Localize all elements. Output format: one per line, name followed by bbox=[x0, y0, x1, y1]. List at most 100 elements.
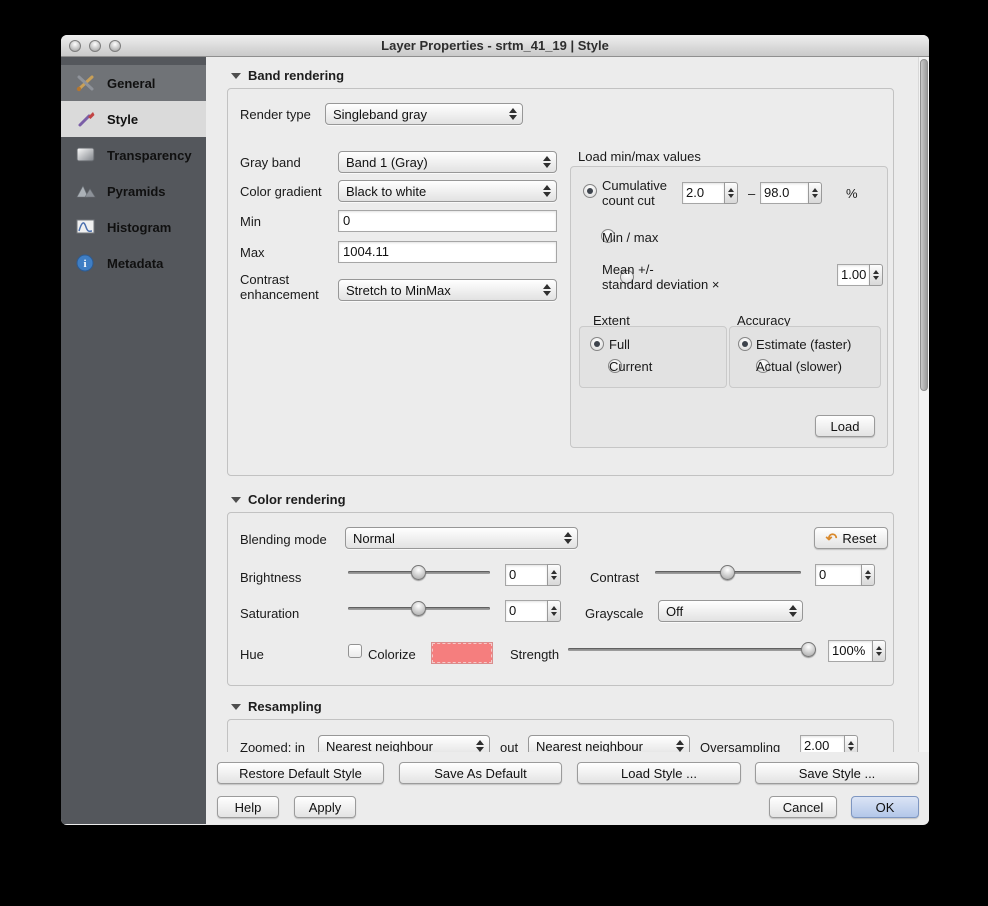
zoomed-in-select[interactable]: Nearest neighbour bbox=[318, 735, 490, 752]
brightness-slider[interactable] bbox=[348, 565, 490, 580]
dropdown-arrows-icon bbox=[474, 740, 489, 752]
cancel-button[interactable]: Cancel bbox=[769, 796, 837, 818]
resampling-group: Zoomed: in Nearest neighbour out Nearest… bbox=[227, 719, 894, 752]
save-as-default-button[interactable]: Save As Default bbox=[399, 762, 562, 784]
stepper-arrows-icon[interactable] bbox=[808, 182, 822, 204]
sidebar-item-pyramids[interactable]: Pyramids bbox=[61, 173, 206, 209]
band-rendering-group: Render type Singleband gray Gray band Ba… bbox=[227, 88, 894, 476]
stepper-arrows-icon[interactable] bbox=[861, 564, 875, 586]
extent-full-radio[interactable] bbox=[590, 337, 604, 351]
blending-mode-label: Blending mode bbox=[240, 532, 327, 547]
pyramids-icon bbox=[73, 180, 99, 202]
gray-band-label: Gray band bbox=[240, 155, 301, 170]
range-dash: – bbox=[748, 186, 756, 201]
select-value: Nearest neighbour bbox=[536, 738, 643, 753]
transparency-icon bbox=[73, 144, 99, 166]
grayscale-select[interactable]: Off bbox=[658, 600, 803, 622]
dialog-footer: Restore Default Style Save As Default Lo… bbox=[206, 752, 929, 825]
saturation-slider[interactable] bbox=[348, 601, 490, 616]
max-input[interactable]: 1004.11 bbox=[338, 241, 557, 263]
select-value: Singleband gray bbox=[333, 106, 427, 122]
section-title: Band rendering bbox=[248, 68, 345, 83]
cumulative-count-cut-label: Cumulative count cut bbox=[602, 178, 667, 208]
save-style-button[interactable]: Save Style ... bbox=[755, 762, 919, 784]
cumulative-max-spin[interactable]: 98.0 bbox=[760, 182, 822, 204]
colorize-swatch[interactable] bbox=[431, 642, 493, 664]
brightness-spin[interactable]: 0 bbox=[505, 564, 561, 586]
load-style-button[interactable]: Load Style ... bbox=[577, 762, 741, 784]
color-gradient-select[interactable]: Black to white bbox=[338, 180, 557, 202]
sidebar-item-label: Histogram bbox=[107, 219, 172, 235]
scrollbar-thumb[interactable] bbox=[920, 59, 928, 391]
apply-button[interactable]: Apply bbox=[294, 796, 356, 818]
slider-thumb[interactable] bbox=[720, 565, 735, 580]
zoomed-out-select[interactable]: Nearest neighbour bbox=[528, 735, 690, 752]
slider-thumb[interactable] bbox=[800, 642, 816, 657]
spin-value: 100% bbox=[828, 640, 872, 662]
content: Band rendering Render type Singleband gr… bbox=[206, 57, 929, 824]
sidebar-item-style[interactable]: Style bbox=[61, 101, 206, 137]
sidebar-item-transparency[interactable]: Transparency bbox=[61, 137, 206, 173]
stepper-arrows-icon[interactable] bbox=[547, 564, 561, 586]
extent-current-label: Current bbox=[609, 359, 653, 374]
titlebar[interactable]: Layer Properties - srtm_41_19 | Style bbox=[61, 35, 929, 57]
sidebar-item-histogram[interactable]: Histogram bbox=[61, 209, 206, 245]
svg-text:i: i bbox=[83, 258, 86, 270]
spin-value: 0 bbox=[505, 564, 547, 586]
label-line: enhancement bbox=[240, 287, 319, 302]
label-line: Contrast bbox=[240, 272, 290, 287]
sidebar-item-metadata[interactable]: i Metadata bbox=[61, 245, 206, 281]
color-rendering-group: Blending mode Normal ↶ Reset Brightness bbox=[227, 512, 894, 686]
select-value: Band 1 (Gray) bbox=[346, 154, 428, 170]
extent-box: Full Current bbox=[579, 326, 727, 388]
help-button[interactable]: Help bbox=[217, 796, 279, 818]
stepper-arrows-icon[interactable] bbox=[872, 640, 886, 662]
sidebar-item-label: Style bbox=[107, 111, 139, 127]
stepper-arrows-icon[interactable] bbox=[869, 264, 883, 286]
blending-mode-select[interactable]: Normal bbox=[345, 527, 578, 549]
label-line: Cumulative bbox=[602, 178, 668, 193]
cumulative-count-cut-radio[interactable] bbox=[583, 184, 597, 198]
close-button[interactable] bbox=[69, 40, 81, 52]
gray-band-select[interactable]: Band 1 (Gray) bbox=[338, 151, 557, 173]
color-rendering-header[interactable]: Color rendering bbox=[231, 492, 346, 507]
spin-value: 0 bbox=[505, 600, 547, 622]
sidebar-item-label: Pyramids bbox=[107, 183, 166, 199]
collapse-triangle-icon bbox=[231, 496, 241, 503]
strength-label: Strength bbox=[510, 647, 560, 662]
load-minmax-box: Cumulative count cut 2.0 – 98.0 % Min / … bbox=[570, 166, 888, 448]
ok-button[interactable]: OK bbox=[851, 796, 919, 818]
stepper-arrows-icon[interactable] bbox=[844, 735, 858, 752]
general-icon bbox=[73, 72, 99, 94]
slider-thumb[interactable] bbox=[411, 565, 426, 580]
oversampling-spin[interactable]: 2.00 bbox=[800, 735, 858, 752]
saturation-spin[interactable]: 0 bbox=[505, 600, 561, 622]
colorize-checkbox[interactable] bbox=[348, 644, 362, 658]
contrast-slider[interactable] bbox=[655, 565, 801, 580]
stepper-arrows-icon[interactable] bbox=[724, 182, 738, 204]
reset-button[interactable]: ↶ Reset bbox=[814, 527, 888, 549]
vertical-scrollbar[interactable] bbox=[918, 57, 929, 752]
cumulative-min-spin[interactable]: 2.0 bbox=[682, 182, 738, 204]
zoomed-in-label: Zoomed: in bbox=[240, 740, 306, 752]
band-rendering-header[interactable]: Band rendering bbox=[231, 68, 344, 83]
restore-default-style-button[interactable]: Restore Default Style bbox=[217, 762, 384, 784]
zoom-button[interactable] bbox=[109, 40, 121, 52]
strength-spin[interactable]: 100% bbox=[828, 640, 886, 662]
slider-thumb[interactable] bbox=[411, 601, 426, 616]
stepper-arrows-icon[interactable] bbox=[547, 600, 561, 622]
load-button[interactable]: Load bbox=[815, 415, 875, 437]
stddev-spin[interactable]: 1.00 bbox=[837, 264, 883, 286]
histogram-icon bbox=[73, 216, 99, 238]
window-title: Layer Properties - srtm_41_19 | Style bbox=[381, 38, 609, 53]
contrast-enhancement-select[interactable]: Stretch to MinMax bbox=[338, 279, 557, 301]
render-type-select[interactable]: Singleband gray bbox=[325, 103, 523, 125]
accuracy-estimate-radio[interactable] bbox=[738, 337, 752, 351]
min-input[interactable]: 0 bbox=[338, 210, 557, 232]
strength-slider[interactable] bbox=[568, 642, 816, 657]
resampling-header[interactable]: Resampling bbox=[231, 699, 322, 714]
contrast-spin[interactable]: 0 bbox=[815, 564, 875, 586]
sidebar-item-general[interactable]: General bbox=[61, 65, 206, 101]
render-type-label: Render type bbox=[240, 107, 311, 122]
minimize-button[interactable] bbox=[89, 40, 101, 52]
